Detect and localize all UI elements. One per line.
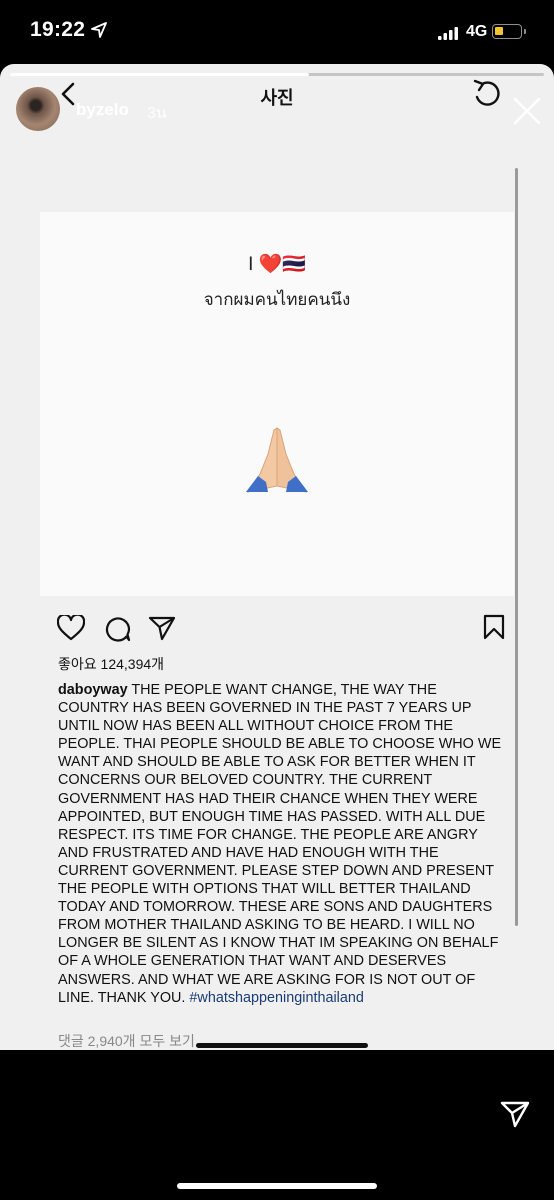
- bookmark-icon[interactable]: [483, 614, 505, 645]
- network-type: 4G: [466, 23, 488, 40]
- send-message-icon[interactable]: [500, 1100, 530, 1133]
- refresh-icon[interactable]: [470, 79, 502, 112]
- post-caption: daboyway THE PEOPLE WANT CHANGE, THE WAY…: [58, 681, 508, 1007]
- post-image-text-line2: จากผมคนไทยคนนึง: [203, 290, 351, 309]
- cellular-signal-icon: [438, 27, 458, 45]
- location-arrow-icon: [91, 22, 107, 43]
- caption-text: THE PEOPLE WANT CHANGE, THE WAY THE COUN…: [58, 682, 502, 1006]
- scrollbar[interactable]: [515, 168, 518, 926]
- praying-hands-icon: [244, 426, 310, 499]
- back-chevron-icon[interactable]: [60, 82, 76, 111]
- share-icon[interactable]: [148, 615, 176, 646]
- avatar[interactable]: [16, 87, 60, 131]
- view-all-comments-link[interactable]: 댓글 2,940개 모두 보기: [58, 1031, 195, 1051]
- caption-hashtag[interactable]: #whatshappeninginthailand: [189, 990, 363, 1006]
- comment-icon[interactable]: [104, 615, 132, 648]
- caption-username[interactable]: daboyway: [58, 682, 128, 698]
- post-image-text-line1: I ❤️🇹🇭: [248, 254, 306, 275]
- battery-icon: [492, 24, 526, 39]
- likes-count[interactable]: 좋아요 124,394개: [58, 654, 164, 674]
- inner-home-indicator: [196, 1043, 368, 1048]
- heart-icon[interactable]: [56, 613, 86, 646]
- story-time-ago: 3น: [147, 105, 167, 122]
- story-username[interactable]: byzelo: [76, 100, 129, 120]
- story-progress-bar: [10, 73, 544, 76]
- status-time: 19:22: [30, 18, 86, 41]
- home-indicator: [177, 1183, 377, 1189]
- close-icon[interactable]: [512, 96, 542, 131]
